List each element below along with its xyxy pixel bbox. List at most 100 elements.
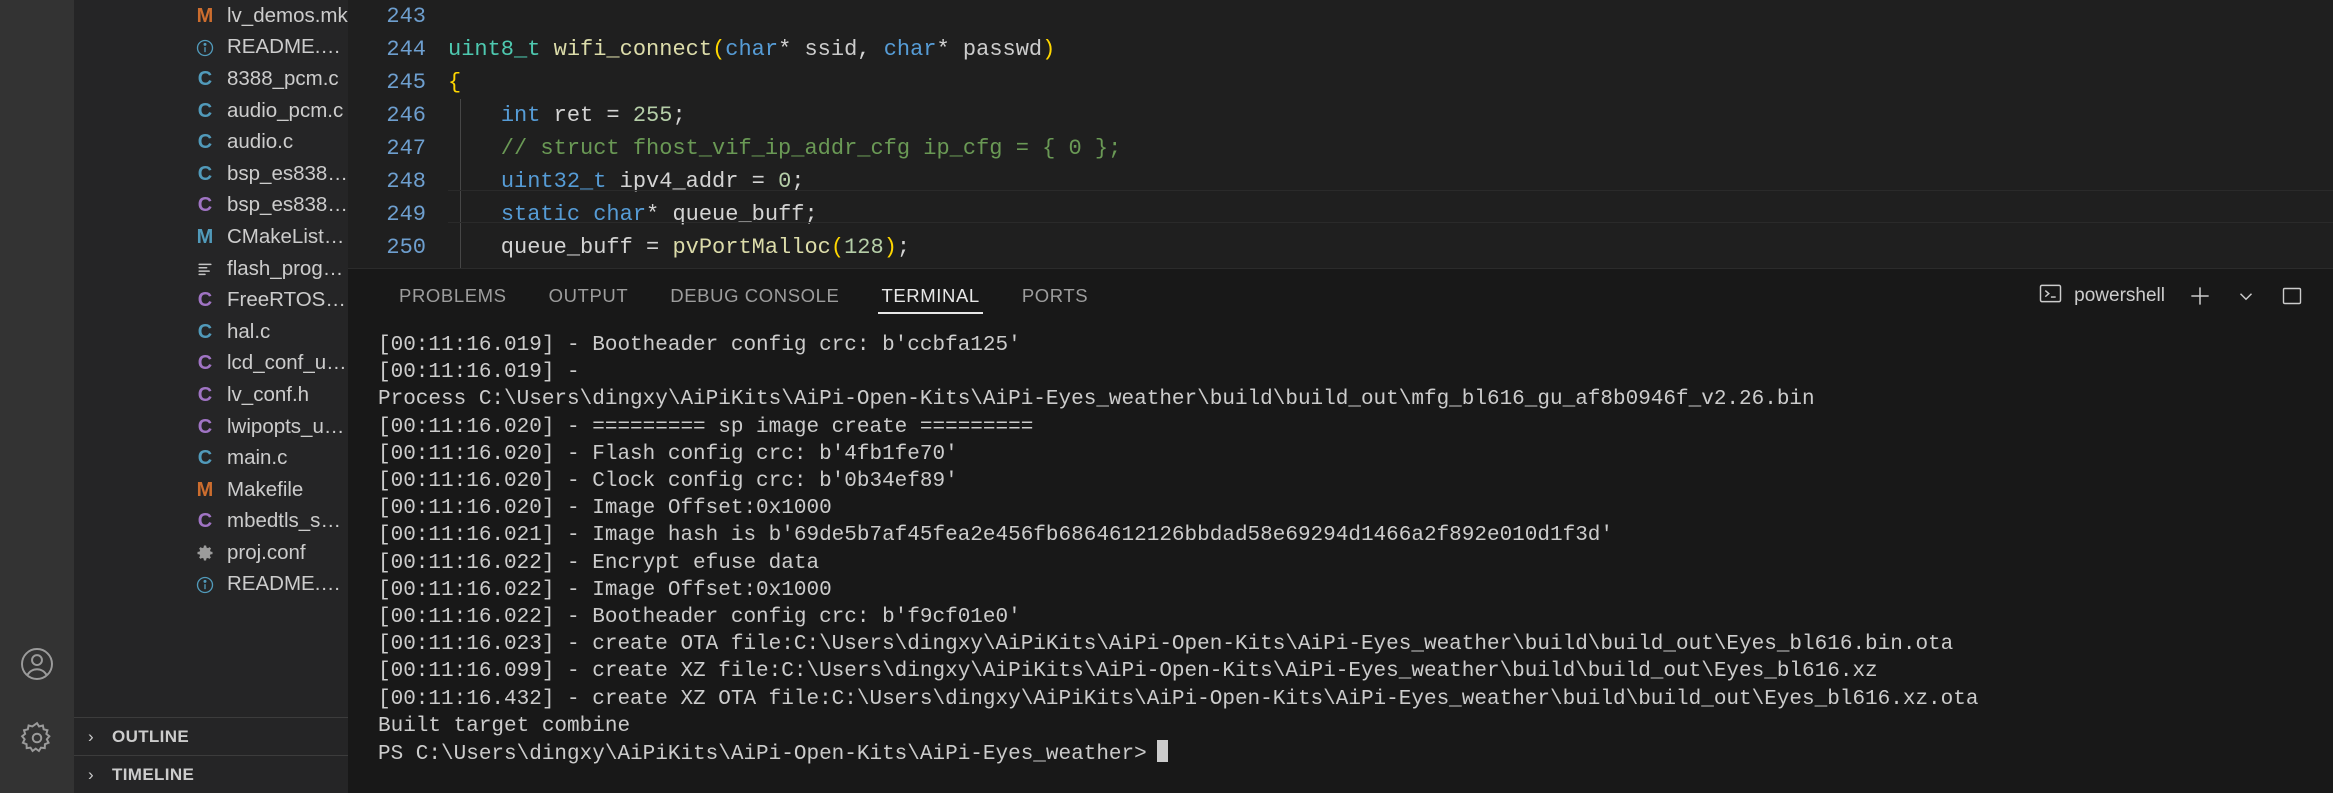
file-tree-item[interactable]: Cbsp_es8388.c [74, 158, 348, 190]
file-tree-item[interactable]: Cmbedtls_sample_co... [74, 506, 348, 538]
code-line[interactable]: 247 // struct fhost_vif_ip_addr_cfg ip_c… [348, 132, 2333, 165]
code-line[interactable]: 243 [348, 0, 2333, 33]
settings-gear-icon[interactable] [0, 701, 74, 775]
panel-tab-list: PROBLEMS OUTPUT DEBUG CONSOLE TERMINAL PORTS [378, 269, 1109, 323]
explorer-sidebar: Mlv_demos.mk README.md C 8388_pcm.c Caudio_p… [74, 0, 348, 793]
terminal-dropdown-button[interactable] [2223, 276, 2269, 316]
terminal-line: [00:11:16.022] - Encrypt efuse data [378, 551, 820, 575]
file-name-label: CMakeLists.txt [227, 224, 348, 248]
c-file-icon: C [197, 67, 213, 90]
code-line[interactable]: 245 { [348, 66, 2333, 99]
c-file-icon: C [197, 510, 213, 533]
file-tree[interactable]: Mlv_demos.mk README.md C 8388_pcm.c Caudio_p… [74, 0, 348, 717]
terminal-line: [00:11:16.432] - create XZ OTA file:C:\U… [378, 687, 1979, 711]
sidebar-section-outline[interactable]: › OUTLINE [74, 717, 348, 755]
file-name-label: audio.c [227, 130, 294, 154]
panel-tab-terminal[interactable]: TERMINAL [860, 269, 1000, 323]
timeline-section-label: TIMELINE [112, 764, 195, 784]
c-file-icon: C [197, 447, 213, 470]
info-file-icon [195, 36, 215, 58]
file-tree-item[interactable]: M CMakeLists.txt [74, 221, 348, 253]
terminal-icon [2038, 281, 2063, 311]
file-name-label: lwipopts_user.h [227, 414, 348, 438]
info-file-icon [195, 573, 215, 595]
code-line[interactable]: 244 uint8_t wifi_connect(char* ssid, char… [348, 33, 2333, 66]
file-tree-item[interactable]: M Makefile [74, 474, 348, 506]
sidebar-section-timeline[interactable]: › TIMELINE [74, 755, 348, 793]
file-tree-item[interactable]: Cmain.c [74, 442, 348, 474]
file-name-label: lcd_conf_user.h [227, 351, 348, 375]
file-tree-item[interactable]: Chal.c [74, 316, 348, 348]
code-line[interactable]: 248 uint32_t ipv4_addr = 0; [348, 165, 2333, 198]
terminal-line: [00:11:16.020] - Flash config crc: b'4fb… [378, 442, 958, 466]
file-tree-item[interactable]: proj.conf [74, 537, 348, 569]
code-content: { [448, 70, 462, 95]
line-number: 245 [386, 70, 426, 95]
terminal-line: [00:11:16.022] - Bootheader config crc: … [378, 606, 1021, 630]
file-name-label: mbedtls_sample_co... [227, 509, 348, 533]
code-line[interactable]: 246 int ret = 255; [348, 99, 2333, 132]
terminal-instance-powershell[interactable]: powershell [2026, 281, 2177, 311]
line-number: 247 [386, 136, 426, 161]
code-line[interactable]: 250 queue_buff = pvPortMalloc(128); [348, 231, 2333, 264]
file-tree-item[interactable]: Cbsp_es8388.h [74, 190, 348, 222]
bottom-panel: PROBLEMS OUTPUT DEBUG CONSOLE TERMINAL PORTS… [348, 268, 2333, 793]
file-name-label: README.md [227, 35, 348, 59]
file-name-label: 8388_pcm.c [227, 66, 339, 90]
indent-guide [460, 99, 461, 268]
terminal-line: [00:11:16.019] - Bootheader config crc: … [378, 334, 1021, 357]
file-name-label: bsp_es8388.c [227, 161, 348, 185]
terminal-prompt-line[interactable]: PS C:\Users\dingxy\AiPiKits\AiPi-Open-Ki… [378, 740, 2333, 768]
terminal-cursor [1156, 740, 1168, 763]
file-name-label: flash_prog_cfg.ini [227, 256, 348, 280]
file-tree-item[interactable]: Caudio_pcm.c [74, 95, 348, 127]
file-tree-item[interactable]: README.md [74, 569, 348, 601]
code-content: queue_buff = pvPortMalloc(128); [448, 235, 911, 260]
vscode-window: Mlv_demos.mk README.md C 8388_pcm.c Caudio_p… [0, 0, 2333, 793]
terminal-output[interactable]: [00:11:16.019] - Bootheader config crc: … [348, 322, 2333, 793]
file-tree-item[interactable]: Mlv_demos.mk [74, 0, 348, 32]
panel-tab-debug-console[interactable]: DEBUG CONSOLE [649, 269, 860, 323]
code-editor[interactable]: 243 244 uint8_t wifi_connect(char* ssid, c… [348, 0, 2333, 268]
file-name-label: README.md [227, 572, 348, 596]
terminal-line: [00:11:16.020] - Image Offset:0x1000 [378, 497, 832, 521]
file-tree-item[interactable]: README.md [74, 32, 348, 64]
new-terminal-button[interactable] [2177, 276, 2223, 316]
c-file-icon: C [197, 352, 213, 375]
outline-section-label: OUTLINE [112, 726, 190, 746]
file-tree-item[interactable]: flash_prog_cfg.ini [74, 253, 348, 285]
c-file-icon: C [197, 383, 213, 406]
terminal-line: [00:11:16.020] - ========= sp image crea… [378, 415, 1034, 439]
file-name-label: main.c [227, 446, 288, 470]
file-tree-item[interactable]: Clcd_conf_user.h [74, 348, 348, 380]
makefile-icon: M [196, 225, 214, 248]
terminal-line: [00:11:16.022] - Image Offset:0x1000 [378, 578, 832, 602]
file-name-label: lv_conf.h [227, 382, 310, 406]
file-tree-item[interactable]: Clv_conf.h [74, 379, 348, 411]
file-name-label: audio_pcm.c [227, 98, 344, 122]
terminal-line: [00:11:16.021] - Image hash is b'69de5b7… [378, 524, 1614, 548]
code-content: uint32_t ipv4_addr = 0; [500, 169, 805, 194]
panel-tab-ports[interactable]: PORTS [1001, 269, 1109, 323]
terminal-line: [00:11:16.023] - create OTA file:C:\User… [378, 633, 1954, 657]
file-tree-item[interactable]: C 8388_pcm.c [74, 63, 348, 95]
file-tree-item[interactable]: Caudio.c [74, 126, 348, 158]
line-number: 244 [386, 37, 426, 62]
line-number: 249 [386, 202, 426, 227]
accounts-icon[interactable] [0, 627, 74, 701]
activity-bar [0, 0, 74, 793]
c-file-icon: C [197, 289, 213, 312]
c-file-icon: C [197, 162, 213, 185]
c-file-icon: C [197, 320, 213, 343]
makefile-icon: M [196, 4, 214, 27]
split-terminal-button[interactable] [2269, 276, 2315, 316]
file-name-label: lv_demos.mk [227, 3, 348, 27]
panel-actions: powershell [2026, 276, 2315, 316]
line-number: 248 [386, 169, 426, 194]
terminal-line: [00:11:16.019] - [378, 361, 580, 385]
panel-tab-problems[interactable]: PROBLEMS [378, 269, 528, 323]
file-tree-item[interactable]: C FreeRTOSConfig.h [74, 284, 348, 316]
panel-tab-output[interactable]: OUTPUT [528, 269, 650, 323]
file-tree-item[interactable]: Clwipopts_user.h [74, 411, 348, 443]
code-line[interactable]: 249 static char* queue_buff; [348, 198, 2333, 231]
